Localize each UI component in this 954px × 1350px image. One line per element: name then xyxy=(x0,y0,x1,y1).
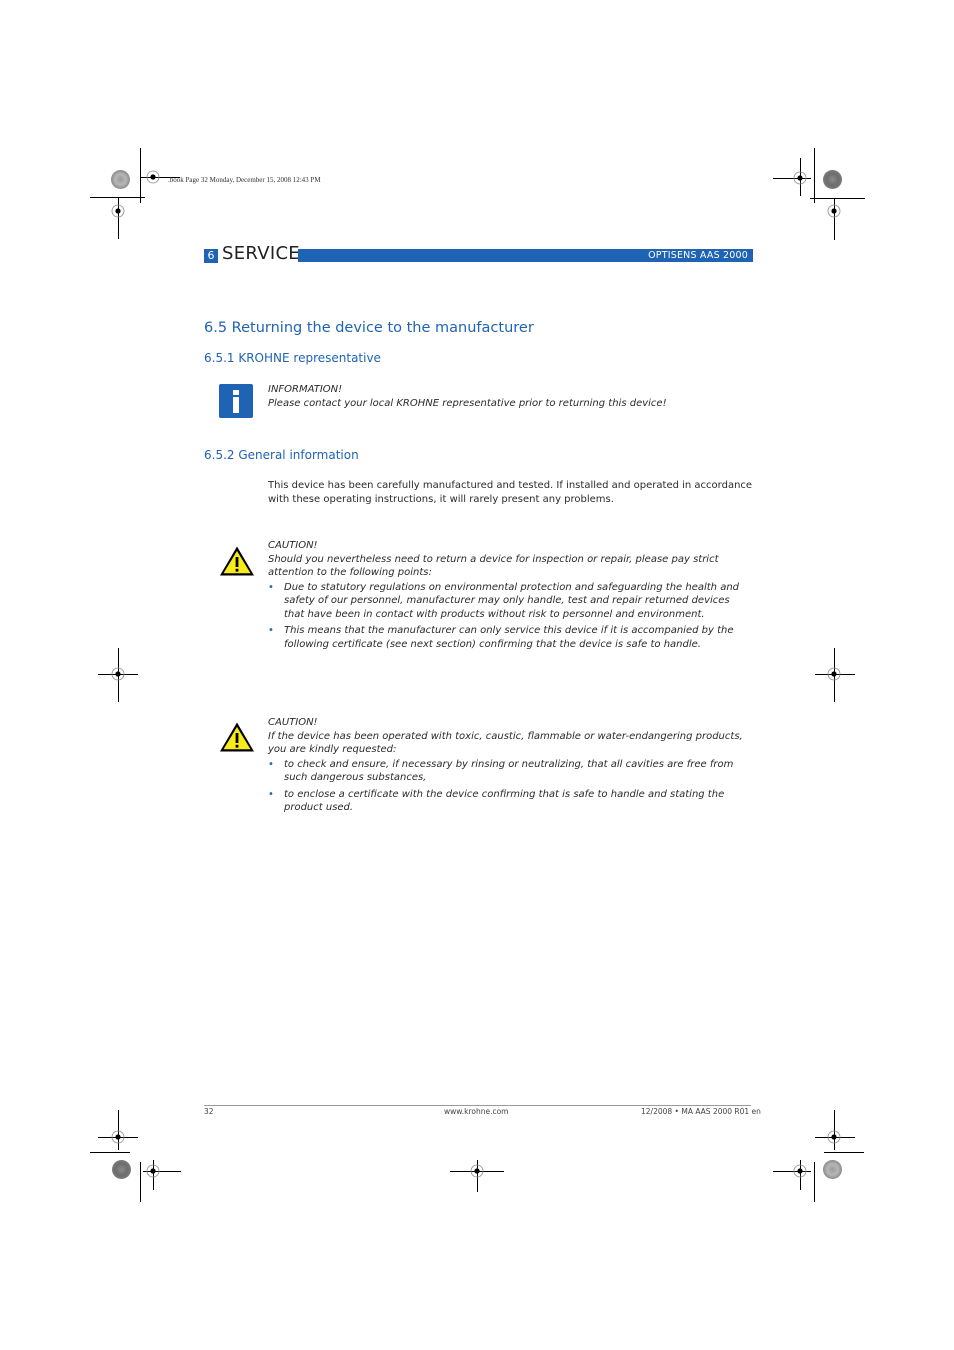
information-note: INFORMATION! Please contact your local K… xyxy=(268,383,753,410)
crop-mark xyxy=(773,1171,811,1172)
crop-mark xyxy=(834,1110,835,1150)
list-item: • Due to statutory regulations on environ… xyxy=(268,581,740,620)
crop-mark xyxy=(143,1171,181,1172)
document-reference: 12/2008 • MA AAS 2000 R01 en xyxy=(641,1107,761,1116)
chapter-number-badge: 6 xyxy=(204,249,218,263)
section-title: 6.5 Returning the device to the manufact… xyxy=(204,320,534,336)
warning-triangle-icon xyxy=(220,546,254,576)
crop-mark xyxy=(140,1162,141,1202)
page-number: 32 xyxy=(204,1107,214,1116)
caution-note: CAUTION! If the device has been operated… xyxy=(268,716,753,818)
bullet-list: • Due to statutory regulations on environ… xyxy=(268,581,753,652)
note-text: Should you nevertheless need to return a… xyxy=(268,553,719,579)
subsection-title: 6.5.1 KROHNE representative xyxy=(204,351,381,365)
note-text: If the device has been operated with tox… xyxy=(268,730,743,756)
crop-mark xyxy=(118,648,119,702)
product-name: OPTISENS AAS 2000 xyxy=(648,250,748,261)
crop-mark xyxy=(814,148,815,203)
crop-mark xyxy=(118,197,119,239)
registration-disc xyxy=(823,170,842,189)
note-heading: CAUTION! xyxy=(268,540,318,551)
crop-mark xyxy=(834,648,835,702)
bullet-icon: • xyxy=(268,625,274,636)
print-slug: .book Page 32 Monday, December 15, 2008 … xyxy=(168,176,321,184)
chapter-title: SERVICE xyxy=(222,243,300,264)
crop-mark xyxy=(800,1160,801,1190)
registration-disc xyxy=(823,1160,842,1179)
registration-disc xyxy=(111,170,130,189)
crop-mark xyxy=(800,158,801,196)
bullet-icon: • xyxy=(268,581,274,593)
list-item: • to check and ensure, if necessary by ri… xyxy=(268,758,734,784)
footer-divider xyxy=(204,1105,751,1106)
registration-disc xyxy=(112,1160,131,1179)
crop-mark xyxy=(90,1152,130,1153)
header-band: OPTISENS AAS 2000 xyxy=(298,249,753,262)
list-item: • This means that the manufacturer can on… xyxy=(268,625,734,650)
registration-targets xyxy=(111,170,841,1178)
bullet-icon: • xyxy=(268,788,274,800)
caution-note: CAUTION! Should you nevertheless need to… xyxy=(268,539,753,654)
bullet-list: • to check and ensure, if necessary by ri… xyxy=(268,758,753,815)
crop-mark xyxy=(98,1137,138,1138)
bullet-icon: • xyxy=(268,758,274,770)
crop-mark xyxy=(140,148,141,203)
footer-website-link[interactable]: www.krohne.com xyxy=(444,1107,508,1116)
crop-mark xyxy=(118,1110,119,1150)
crop-mark xyxy=(814,1162,815,1202)
crop-mark xyxy=(153,1160,154,1190)
note-heading: INFORMATION! xyxy=(268,384,343,395)
crop-mark xyxy=(824,1152,864,1153)
crop-mark xyxy=(477,1160,478,1192)
information-icon xyxy=(219,384,253,418)
body-paragraph: This device has been carefully manufactu… xyxy=(268,480,753,505)
warning-triangle-icon xyxy=(220,722,254,752)
crop-mark xyxy=(773,178,811,179)
crop-mark xyxy=(810,198,865,199)
subsection-title: 6.5.2 General information xyxy=(204,448,359,462)
crop-mark xyxy=(815,1137,855,1138)
crop-mark xyxy=(834,198,835,240)
note-heading: CAUTION! xyxy=(268,717,318,728)
note-text: Please contact your local KROHNE represe… xyxy=(268,397,667,409)
list-item: • to enclose a certificate with the devic… xyxy=(268,788,725,814)
crop-mark xyxy=(815,674,855,675)
